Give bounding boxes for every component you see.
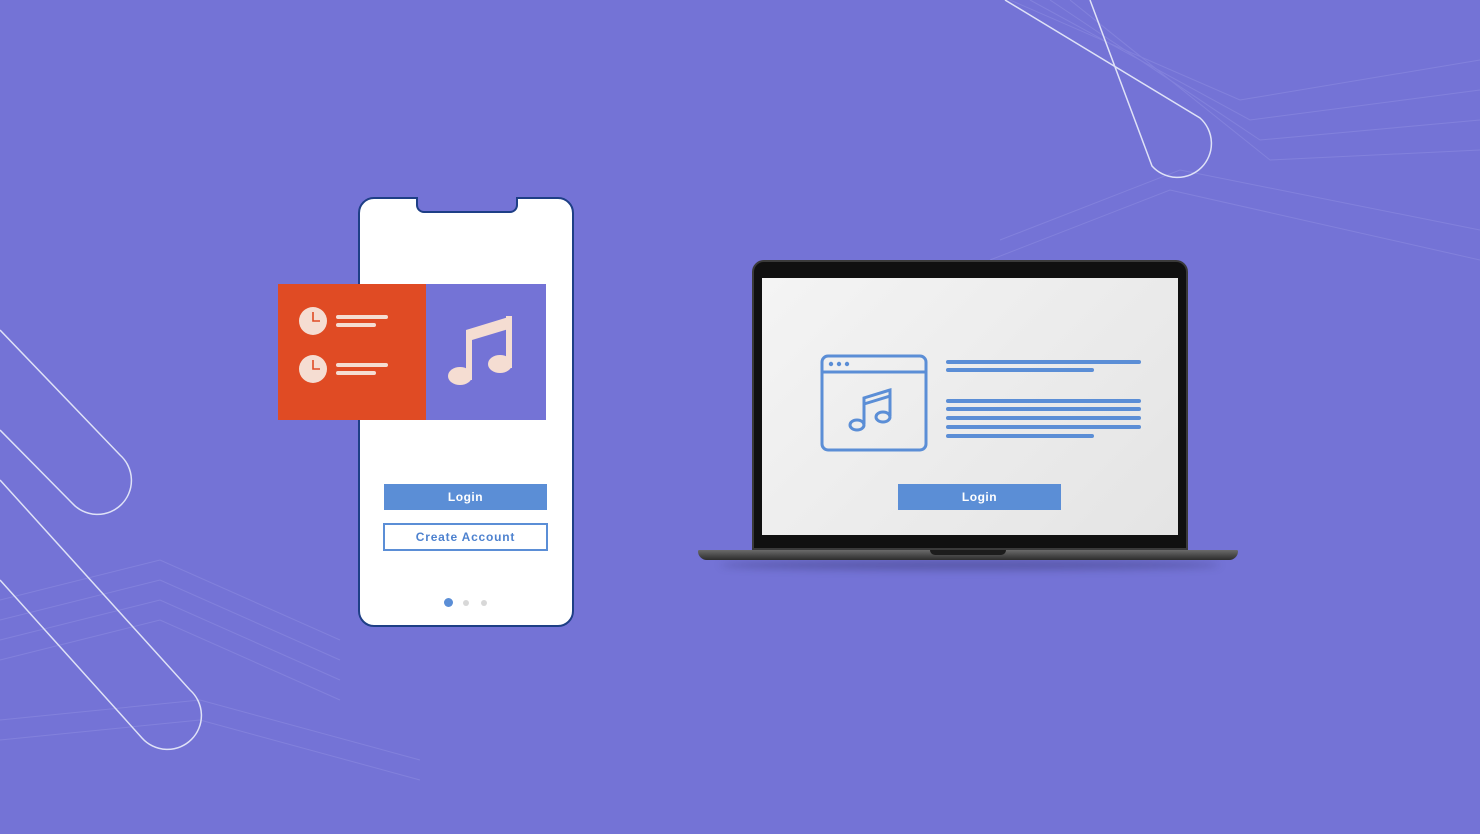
list-line (336, 371, 376, 375)
text-line (946, 368, 1094, 372)
text-line (946, 434, 1094, 438)
phone-notch (416, 197, 518, 213)
laptop-trackpad-notch (930, 550, 1006, 555)
laptop-login-button[interactable]: Login (898, 484, 1061, 510)
background-decoration (0, 0, 1480, 781)
list-line (336, 363, 388, 367)
list-card[interactable] (278, 284, 426, 420)
list-line (336, 315, 388, 319)
music-note-icon (448, 316, 512, 385)
text-line (946, 407, 1141, 411)
text-line (946, 360, 1141, 364)
text-line (946, 399, 1141, 403)
laptop-shadow (720, 560, 1220, 570)
list-item (298, 354, 398, 384)
music-card[interactable] (426, 284, 546, 420)
create-account-button[interactable]: Create Account (383, 523, 548, 551)
carousel-dot[interactable] (463, 600, 469, 606)
carousel-dot-active[interactable] (444, 598, 453, 607)
list-item (298, 306, 398, 336)
clock-icon (299, 355, 327, 383)
carousel-dot[interactable] (481, 600, 487, 606)
clock-icon (299, 307, 327, 335)
browser-music-icon (820, 354, 928, 452)
text-line (946, 416, 1141, 420)
text-line (946, 425, 1141, 429)
list-line (336, 323, 376, 327)
phone-login-button[interactable]: Login (384, 484, 547, 510)
